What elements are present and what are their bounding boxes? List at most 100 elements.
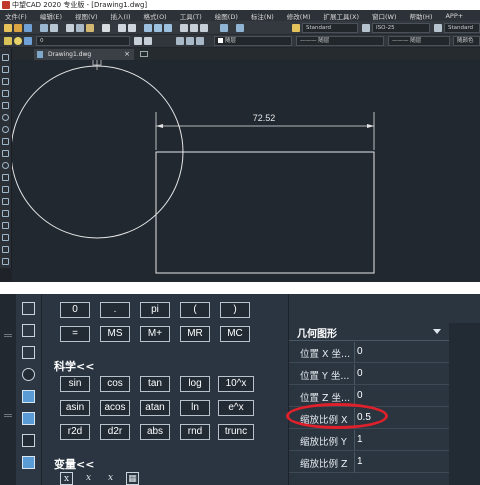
property-value[interactable]: 1 — [357, 434, 363, 445]
key-abs[interactable]: abs — [140, 424, 170, 440]
key-trunc[interactable]: trunc — [218, 424, 254, 440]
menu-draw[interactable]: 绘图(D) — [210, 11, 246, 21]
property-value[interactable]: 0 — [357, 390, 363, 401]
grip-icon[interactable] — [4, 414, 12, 417]
extend-icon[interactable] — [22, 324, 35, 337]
make-current-layer-icon[interactable] — [134, 37, 142, 45]
break-icon[interactable] — [22, 346, 35, 359]
save-icon[interactable] — [24, 24, 32, 32]
property-row-scale-z[interactable]: 缩放比例 Z 1 — [289, 452, 449, 473]
color-select[interactable]: 随层 — [214, 36, 292, 46]
menu-window[interactable]: 窗口(W) — [367, 11, 405, 21]
table-style-select[interactable]: Standard — [444, 23, 480, 33]
key-sin[interactable]: sin — [60, 376, 90, 392]
ellipse-arc-icon[interactable] — [2, 174, 9, 181]
help-icon[interactable] — [236, 24, 244, 32]
menu-edit[interactable]: 编辑(E) — [35, 11, 70, 21]
freeze-sun-icon[interactable] — [24, 37, 32, 45]
insert-block-icon[interactable] — [2, 186, 9, 193]
key-d2r[interactable]: d2r — [100, 424, 130, 440]
plot-preview-icon[interactable] — [50, 24, 58, 32]
property-value[interactable]: 0 — [357, 346, 363, 357]
key-0[interactable]: 0 — [60, 302, 90, 318]
copy-icon[interactable] — [76, 24, 84, 32]
table-icon[interactable] — [2, 258, 9, 265]
menu-help[interactable]: 帮助(H) — [405, 11, 441, 21]
property-row-position-x[interactable]: 位置 X 坐... 0 — [289, 342, 449, 363]
layer-previous-icon[interactable] — [144, 37, 152, 45]
delete-variable-icon[interactable]: x — [104, 472, 117, 485]
region-icon[interactable] — [2, 246, 9, 253]
menu-view[interactable]: 视图(V) — [70, 11, 106, 21]
menu-insert[interactable]: 插入(I) — [106, 11, 139, 21]
key-ln[interactable]: ln — [180, 400, 210, 416]
mirror-icon[interactable] — [22, 412, 35, 425]
hatch-icon[interactable] — [2, 222, 9, 229]
zoom-realtime-icon[interactable] — [154, 24, 162, 32]
drawn-rectangle[interactable] — [155, 151, 375, 274]
copy-object-icon[interactable] — [22, 390, 35, 403]
edit-variable-icon[interactable]: x — [82, 472, 95, 485]
key-log[interactable]: log — [180, 376, 210, 392]
plot-style-select[interactable]: 随颜色 — [453, 36, 480, 46]
polyline-icon[interactable] — [2, 66, 9, 73]
circle-icon[interactable] — [2, 126, 9, 133]
drawing-canvas[interactable]: 72.52 — [10, 56, 480, 282]
layer-select[interactable]: 0 — [36, 36, 130, 46]
key-ten-power[interactable]: 10^x — [218, 376, 254, 392]
key-open-paren[interactable]: ( — [180, 302, 210, 318]
key-m-plus[interactable]: M+ — [140, 326, 170, 342]
tool-palette-icon[interactable] — [200, 24, 208, 32]
light-bulb-icon[interactable] — [14, 37, 22, 45]
array-icon[interactable] — [22, 456, 35, 469]
key-pi[interactable]: pi — [140, 302, 170, 318]
redo-icon[interactable] — [128, 24, 136, 32]
menu-app-plus[interactable]: APP+ — [440, 12, 471, 20]
make-block-icon[interactable] — [2, 198, 9, 205]
key-mc[interactable]: MC — [220, 326, 250, 342]
properties-icon[interactable] — [180, 24, 188, 32]
lineweight-select[interactable]: ——— 随层 — [388, 36, 450, 46]
grip-icon[interactable] — [4, 334, 12, 337]
match-properties-icon[interactable] — [102, 24, 110, 32]
arc-icon[interactable] — [2, 114, 9, 121]
new-tab-icon[interactable] — [140, 51, 148, 57]
property-value[interactable]: 0 — [357, 368, 363, 379]
key-close-paren[interactable]: ) — [220, 302, 250, 318]
key-asin[interactable]: asin — [60, 400, 90, 416]
print-icon[interactable] — [40, 24, 48, 32]
key-tan[interactable]: tan — [140, 376, 170, 392]
trim-icon[interactable] — [22, 302, 35, 315]
calculator-icon[interactable] — [220, 24, 228, 32]
close-tab-icon[interactable]: × — [124, 49, 130, 60]
key-mr[interactable]: MR — [180, 326, 210, 342]
pan-icon[interactable] — [144, 24, 152, 32]
layer-isolate-icon[interactable] — [186, 37, 194, 45]
menu-modify[interactable]: 修改(M) — [282, 11, 319, 21]
point-icon[interactable] — [2, 210, 9, 217]
zoom-window-icon[interactable] — [164, 24, 172, 32]
join-icon[interactable] — [22, 368, 35, 381]
property-value[interactable]: 1 — [357, 456, 363, 467]
key-cos[interactable]: cos — [100, 376, 130, 392]
key-ms[interactable]: MS — [100, 326, 130, 342]
property-row-position-y[interactable]: 位置 Y 坐... 0 — [289, 364, 449, 385]
key-equals[interactable]: = — [60, 326, 90, 342]
dim-style-select[interactable]: ISO-25 — [372, 23, 430, 33]
key-acos[interactable]: acos — [100, 400, 130, 416]
undo-icon[interactable] — [118, 24, 126, 32]
geometry-group-header[interactable]: 几何图形 — [289, 323, 449, 341]
cut-icon[interactable] — [66, 24, 74, 32]
construction-line-icon[interactable] — [2, 78, 9, 85]
paste-icon[interactable] — [86, 24, 94, 32]
offset-icon[interactable] — [22, 434, 35, 447]
text-style-select[interactable]: Standard — [302, 23, 358, 33]
design-center-icon[interactable] — [190, 24, 198, 32]
layer-manager-icon[interactable] — [4, 37, 12, 45]
menu-tools[interactable]: 工具(T) — [175, 11, 210, 21]
line-icon[interactable] — [2, 54, 9, 61]
new-variable-icon[interactable]: x — [60, 472, 73, 485]
science-section-toggle[interactable]: 科学<< — [54, 358, 94, 374]
menu-format[interactable]: 格式(O) — [139, 11, 175, 21]
rectangle-icon[interactable] — [2, 102, 9, 109]
